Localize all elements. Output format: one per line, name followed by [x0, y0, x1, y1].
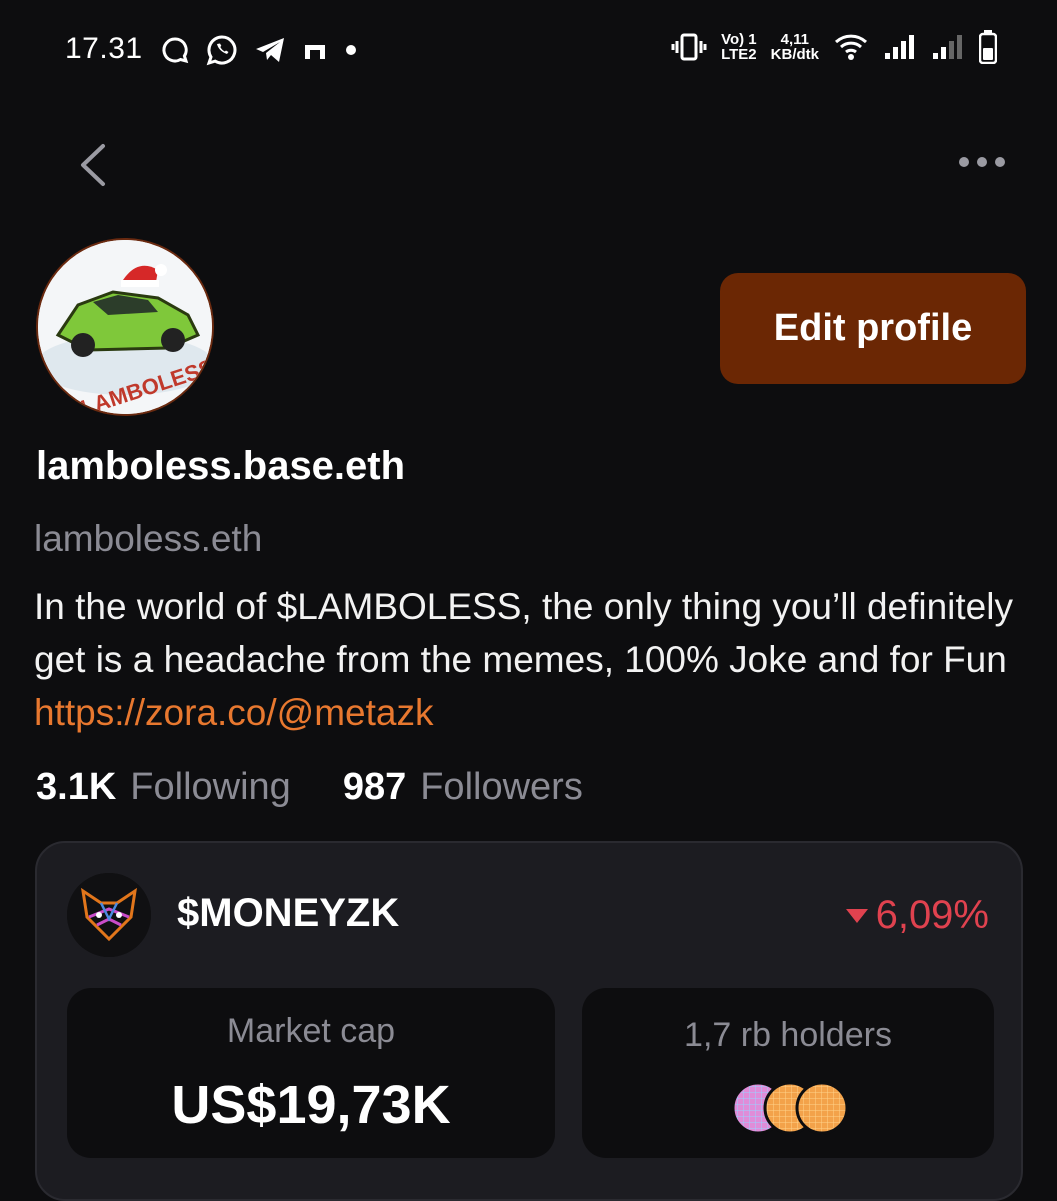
coin-change-value: 6,09% [875, 893, 989, 937]
whatsapp-icon [206, 35, 237, 66]
status-time: 17.31 [65, 32, 143, 65]
profile-bio: In the world of $LAMBOLESS, the only thi… [34, 580, 1024, 739]
market-cap-box: Market cap US$19,73K [67, 988, 555, 1158]
edit-profile-button[interactable]: Edit profile [720, 273, 1026, 384]
holder-avatars [732, 1081, 849, 1135]
more-notifications-dot-icon [346, 45, 356, 55]
down-triangle-icon [845, 908, 868, 923]
network-speed-value: 4,11 [780, 31, 810, 48]
following-count: 3.1K [36, 766, 117, 808]
network-type-top: Vo) 1 [721, 31, 757, 48]
chat-bubble-icon [162, 37, 189, 64]
telegram-icon [256, 38, 284, 62]
holders-count-label: 1,7 rb holders [684, 1016, 892, 1054]
followers-stat[interactable]: 987 Followers [343, 766, 583, 809]
bio-text: In the world of $LAMBOLESS, the only thi… [34, 586, 1013, 680]
following-stat[interactable]: 3.1K Following [36, 766, 291, 809]
signal-sim2-icon [933, 35, 962, 59]
top-navigation [0, 130, 1057, 200]
profile-handle: lamboless.eth [34, 518, 263, 559]
vibrate-icon [671, 33, 707, 61]
coin-price-change: 6,09% [845, 893, 989, 938]
network-speed-unit: KB/dtk [770, 46, 819, 63]
coin-name: $MONEYZK [177, 891, 400, 935]
display-name: lamboless.base.eth [36, 444, 406, 488]
battery-icon [979, 30, 997, 64]
following-label: Following [130, 766, 291, 808]
market-cap-value: US$19,73K [171, 1075, 451, 1135]
app-notification-icon [305, 45, 325, 59]
coin-logo-icon [67, 873, 151, 957]
creator-coin-card[interactable]: $MONEYZK 6,09% Market cap US$19,73K 1,7 … [35, 841, 1023, 1201]
profile-avatar-image: LAMBOLESS [38, 240, 212, 414]
status-bar: 17.31 Vo) 1 LTE2 4,11 KB/dtk [0, 0, 1057, 100]
followers-label: Followers [420, 766, 583, 808]
holder-avatar-3 [795, 1081, 849, 1135]
followers-count: 987 [342, 766, 407, 808]
market-cap-label: Market cap [226, 1012, 396, 1050]
holders-box[interactable]: 1,7 rb holders [582, 988, 994, 1158]
follow-stats: 3.1K Following 987 Followers [36, 766, 583, 809]
wifi-icon [834, 34, 868, 60]
more-options-icon[interactable] [957, 152, 1007, 172]
profile-avatar[interactable]: LAMBOLESS [38, 240, 212, 414]
bio-link[interactable]: https://zora.co/@metazk [34, 692, 433, 733]
signal-sim1-icon [885, 35, 914, 59]
back-arrow-icon[interactable] [75, 140, 115, 190]
network-type-bottom: LTE2 [721, 46, 757, 63]
